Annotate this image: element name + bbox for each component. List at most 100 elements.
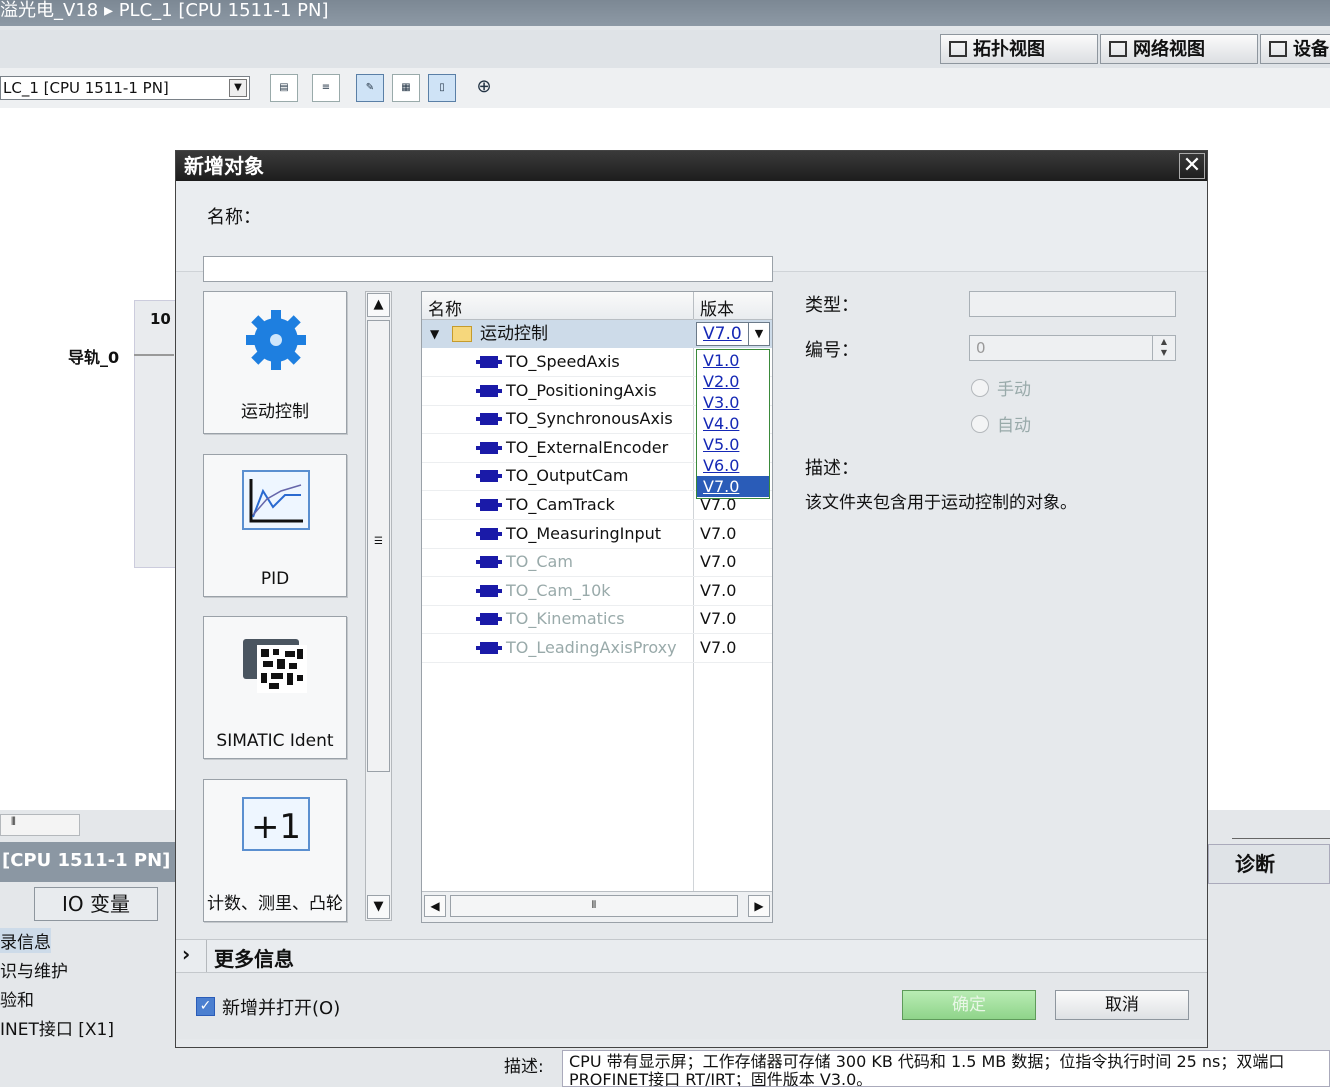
category-motion-control[interactable]: 运动控制 — [203, 291, 347, 434]
category-label: SIMATIC Ident — [216, 731, 334, 751]
tree-row-version: V7.0 — [700, 523, 737, 543]
version-option-selected[interactable]: V7.0 — [697, 476, 769, 497]
nav-item[interactable]: 验和 — [0, 986, 34, 1011]
chevron-down-icon[interactable]: ▼ — [748, 323, 769, 345]
technology-object-icon — [476, 470, 502, 483]
tree-row-name: TO_PositioningAxis — [506, 380, 657, 400]
pen-icon[interactable]: ✎ — [356, 74, 384, 102]
cancel-button[interactable]: 取消 — [1055, 990, 1189, 1020]
tree-row[interactable]: TO_MeasuringInput V7.0 — [422, 520, 772, 549]
radio-auto — [971, 415, 989, 433]
scroll-thumb[interactable]: ⦀ — [450, 895, 738, 917]
column-version-header[interactable]: 版本 — [700, 295, 734, 320]
version-option[interactable]: V1.0 — [697, 350, 769, 371]
dialog-title: 新增对象 — [176, 151, 1207, 181]
add-object-dialog: 新增对象 ✕ 名称： 运动控制 PID SIMATIC Ident +1 计数、… — [175, 150, 1208, 1048]
tree-row[interactable]: TO_LeadingAxisProxy V7.0 — [422, 634, 772, 663]
more-info-label: 更多信息 — [214, 947, 294, 971]
zoom-icon[interactable]: ⊕ — [470, 74, 498, 102]
tree-horizontal-scrollbar[interactable]: ◀ ⦀ ▶ — [422, 891, 772, 922]
tree-row[interactable]: TO_Cam_10k V7.0 — [422, 577, 772, 606]
chevron-down-icon[interactable]: ▼ — [229, 79, 247, 97]
tab-device-view[interactable]: 设备 — [1260, 34, 1330, 64]
tree-row-name: TO_LeadingAxisProxy — [506, 638, 677, 657]
title-bar: 溢光电_V18 ▸ PLC_1 [CPU 1511-1 PN] — [0, 0, 1330, 26]
version-option[interactable]: V2.0 — [697, 371, 769, 392]
description-line: PROFINET接口 RT/IRT；固件版本 V3.0。 — [569, 1070, 873, 1087]
add-and-open-label[interactable]: 新增并打开(O) — [222, 994, 340, 1020]
version-select[interactable]: V7.0 ▼ — [696, 322, 770, 346]
tree-row-version: V7.0 — [700, 638, 737, 657]
category-simatic-ident[interactable]: SIMATIC Ident — [203, 616, 347, 759]
gear-icon — [246, 310, 306, 370]
technology-object-icon — [476, 384, 502, 397]
chevron-right-icon[interactable]: › — [182, 942, 190, 966]
tree-row-name: TO_Cam_10k — [506, 580, 611, 600]
version-option[interactable]: V5.0 — [697, 434, 769, 455]
device-icon — [1269, 41, 1287, 57]
tree-row-version: V7.0 — [700, 609, 737, 629]
name-input[interactable] — [203, 256, 773, 282]
toggle-overview-icon[interactable]: ▤ — [270, 74, 298, 102]
description-label: 描述： — [805, 458, 859, 479]
tab-io-tags[interactable]: IO 变量 — [34, 887, 158, 921]
chevron-left-icon[interactable]: ◀ — [424, 895, 446, 917]
tree-row-name: TO_CamTrack — [506, 495, 615, 514]
folder-row-motion-control[interactable]: ▼ 运动控制 V7.0 ▼ — [422, 320, 772, 348]
chevron-up-icon[interactable]: ▲ — [367, 293, 390, 317]
title-text: 溢光电_V18 ▸ PLC_1 [CPU 1511-1 PN] — [0, 0, 329, 21]
category-pid[interactable]: PID — [203, 454, 347, 597]
category-label: 计数、测里、凸轮 — [207, 894, 343, 914]
zoom-ruler[interactable] — [1232, 818, 1330, 839]
pid-chart-icon — [242, 470, 310, 530]
scroll-thumb[interactable]: ☰ — [367, 320, 390, 772]
rail-number: 10 — [150, 310, 171, 328]
device-select[interactable]: LC_1 [CPU 1511-1 PN] ▼ — [0, 76, 250, 100]
editor-toolbar: LC_1 [CPU 1511-1 PN] ▼ ▤ ≡ ✎ ▦ ▯ ⊕ — [0, 68, 1330, 108]
version-select-value: V7.0 — [703, 324, 742, 344]
name-section: 名称： — [176, 181, 1207, 282]
tab-topology-label: 拓扑视图 — [973, 39, 1045, 60]
category-label: PID — [260, 569, 290, 589]
grid-icon[interactable]: ▦ — [392, 74, 420, 102]
version-option[interactable]: V6.0 — [697, 455, 769, 476]
nav-item[interactable]: 识与维护 — [0, 957, 68, 982]
tab-diagnostics[interactable]: 诊断 — [1208, 844, 1330, 884]
tree-row-name: TO_Cam — [506, 552, 573, 572]
category-scrollbar[interactable]: ▲ ☰ ▼ — [365, 291, 392, 921]
canvas-scrollbar[interactable]: ⦀ — [0, 814, 80, 836]
tree-row[interactable]: TO_Cam V7.0 — [422, 548, 772, 578]
more-info-bar[interactable]: › 更多信息 — [176, 939, 1207, 973]
add-and-open-checkbox[interactable]: ✓ — [196, 997, 215, 1016]
tab-topology-view[interactable]: 拓扑视图 — [940, 34, 1098, 64]
technology-object-icon — [476, 441, 502, 454]
panel-icon[interactable]: ▯ — [428, 74, 456, 102]
divider — [206, 940, 207, 972]
version-option[interactable]: V4.0 — [697, 413, 769, 434]
version-option[interactable]: V3.0 — [697, 392, 769, 413]
nav-item[interactable]: 录信息 — [0, 928, 51, 953]
number-label: 编号： — [805, 340, 859, 361]
view-tabs: 拓扑视图 网络视图 设备 — [0, 30, 1330, 69]
type-field — [969, 291, 1176, 317]
svg-text:+1: +1 — [251, 807, 301, 847]
nav-item[interactable]: INET接口 [X1] — [0, 1015, 114, 1040]
rail-label: 导轨_0 — [68, 348, 120, 367]
ok-button[interactable]: 确定 — [902, 990, 1036, 1020]
category-counting-measuring-cam[interactable]: +1 计数、测里、凸轮 — [203, 779, 347, 922]
tree-row[interactable]: TO_Kinematics V7.0 — [422, 605, 772, 635]
name-icon[interactable]: ≡ — [312, 74, 340, 102]
column-name-header[interactable]: 名称 — [428, 295, 462, 320]
expand-triangle-icon[interactable]: ▼ — [430, 320, 439, 348]
chevron-down-icon[interactable]: ▼ — [367, 895, 390, 919]
rail-module — [134, 300, 176, 568]
tree-row-version: V7.0 — [700, 580, 737, 600]
category-label: 运动控制 — [241, 402, 309, 422]
technology-object-icon — [476, 527, 502, 540]
chevron-right-icon[interactable]: ▶ — [748, 895, 770, 917]
tree-row-name: TO_SynchronousAxis — [506, 409, 673, 429]
tab-network-view[interactable]: 网络视图 — [1100, 34, 1258, 64]
close-icon[interactable]: ✕ — [1179, 153, 1205, 179]
column-divider[interactable] — [693, 292, 694, 319]
tree-row-name: TO_OutputCam — [506, 466, 629, 486]
